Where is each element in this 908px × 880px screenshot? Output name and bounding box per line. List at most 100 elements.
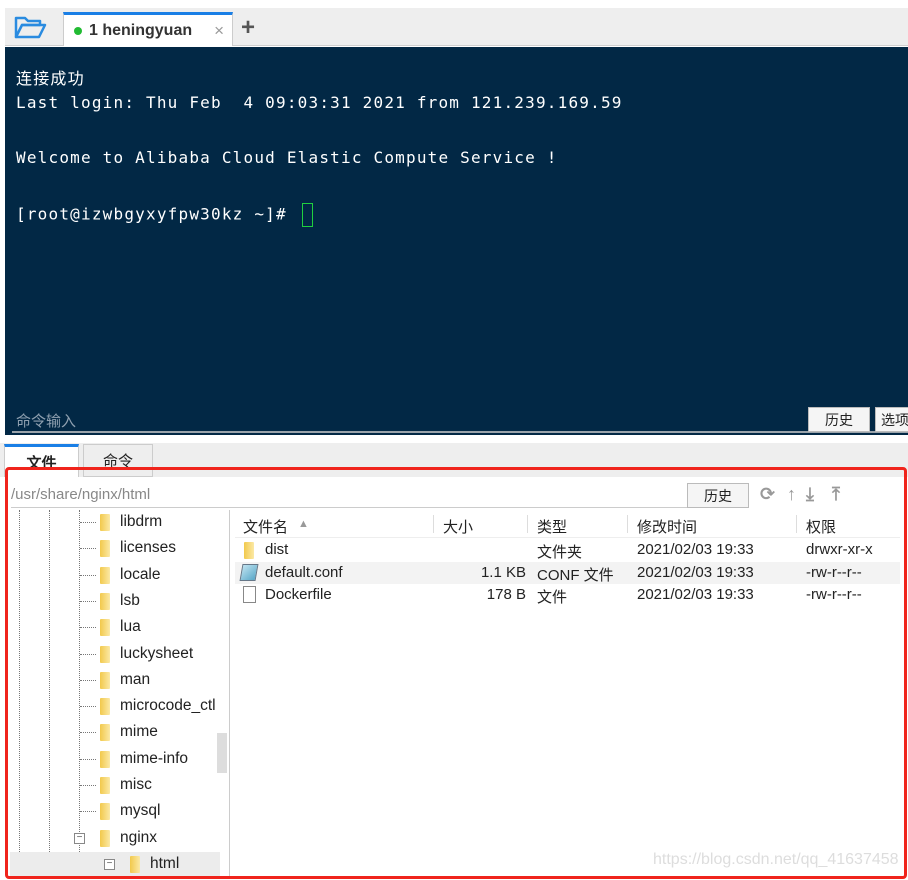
tree-item[interactable]: microcode_ctl: [10, 694, 220, 720]
tree-item[interactable]: lua: [10, 615, 220, 641]
command-input-bar: 命令输入 历史 选项: [12, 404, 908, 433]
path-bar: /usr/share/nginx/html 历史 ⟳ ↑ ⤓ ⤒: [8, 481, 900, 509]
terminal-prompt: [root@izwbgyxyfpw30kz ~]#: [16, 204, 298, 224]
tree-item-label: luckysheet: [120, 644, 194, 662]
folder-icon: [244, 542, 254, 559]
tree-item[interactable]: locale: [10, 563, 220, 589]
tree-scrollbar[interactable]: [217, 733, 227, 773]
column-size[interactable]: 大小: [443, 516, 473, 537]
file-name: dist: [265, 541, 289, 558]
refresh-icon[interactable]: ⟳: [760, 484, 775, 505]
folder-icon: [100, 803, 110, 821]
folder-icon: [100, 514, 110, 531]
tree-item[interactable]: licenses: [10, 536, 220, 562]
up-dir-icon[interactable]: ↑: [787, 484, 796, 505]
folder-icon: [100, 619, 110, 637]
file-icon: [243, 586, 256, 603]
file-list: 文件名 ▲ 大小 类型 修改时间 权限 dist 文件夹 2021/02/03 19…: [235, 512, 900, 876]
file-type: CONF 文件: [537, 566, 614, 584]
tree-item[interactable]: luckysheet: [10, 642, 220, 668]
file-mtime: 2021/02/03 19:33: [637, 541, 754, 558]
folder-icon: [100, 671, 110, 689]
column-name[interactable]: 文件名: [243, 516, 288, 537]
file-size: 178 B: [486, 586, 526, 603]
folder-icon: [100, 750, 110, 768]
tree-item[interactable]: mime: [10, 720, 220, 746]
folder-icon: [130, 855, 140, 873]
bottom-tabs: 文件 命令: [0, 443, 908, 477]
session-tab-bar: 1 heningyuan × +: [5, 8, 908, 46]
collapse-icon[interactable]: −: [74, 832, 85, 844]
tree-item-label: lsb: [120, 591, 140, 609]
terminal-line: Last login: Thu Feb 4 09:03:31 2021 from…: [16, 93, 623, 112]
download-icon[interactable]: ⤓: [806, 484, 814, 505]
history-button[interactable]: 历史: [808, 407, 870, 432]
folder-icon: [100, 645, 110, 663]
tree-item[interactable]: − nginx: [10, 826, 220, 852]
file-perm: -rw-r--r--: [806, 586, 862, 603]
column-type[interactable]: 类型: [537, 516, 567, 537]
file-list-header: 文件名 ▲ 大小 类型 修改时间 权限: [235, 512, 900, 538]
file-name: default.conf: [265, 563, 343, 581]
file-size: 1.1 KB: [480, 563, 526, 581]
folder-icon: [100, 829, 110, 847]
file-row[interactable]: Dockerfile 178 B 文件 2021/02/03 19:33 -rw-r--…: [235, 584, 900, 606]
directory-tree: libdrm licenses locale lsb lua luckysheet man m…: [10, 510, 230, 876]
file-mtime: 2021/02/03 19:33: [637, 586, 754, 603]
folder-icon: [100, 540, 110, 558]
sort-asc-icon: ▲: [298, 518, 309, 530]
session-tab[interactable]: 1 heningyuan ×: [63, 12, 233, 46]
file-name: Dockerfile: [265, 586, 332, 603]
file-perm: -rw-r--r--: [806, 563, 862, 581]
terminal-line: 连接成功: [16, 69, 85, 88]
file-row[interactable]: default.conf 1.1 KB CONF 文件 2021/02/03 19:3…: [235, 561, 900, 584]
watermark: https://blog.csdn.net/qq_41637458: [653, 851, 899, 868]
tab-files[interactable]: 文件: [4, 444, 79, 477]
panel-splitter[interactable]: [0, 435, 908, 443]
path-input[interactable]: /usr/share/nginx/html: [11, 484, 687, 508]
file-type: 文件夹: [537, 544, 583, 561]
add-tab-button[interactable]: +: [241, 14, 255, 42]
terminal[interactable]: 连接成功 Last login: Thu Feb 4 09:03:31 2021…: [5, 47, 908, 435]
tree-item[interactable]: libdrm: [10, 510, 220, 536]
tree-item-label: mime: [120, 723, 158, 741]
path-history-button[interactable]: 历史: [687, 483, 749, 508]
folder-open-icon[interactable]: [13, 14, 53, 42]
folder-icon: [100, 724, 110, 742]
conf-file-icon: [239, 563, 259, 581]
tree-item-label: licenses: [120, 539, 176, 557]
tree-item[interactable]: mime-info: [10, 747, 220, 773]
tree-item-label: misc: [120, 776, 152, 793]
folder-icon: [100, 592, 110, 610]
terminal-line: Welcome to Alibaba Cloud Elastic Compute…: [16, 148, 558, 167]
tree-item-label: lua: [120, 618, 141, 636]
file-row[interactable]: dist 文件夹 2021/02/03 19:33 drwxr-xr-x: [235, 539, 900, 561]
tree-item-label: locale: [120, 565, 161, 583]
file-type: 文件: [537, 589, 568, 606]
tab-commands[interactable]: 命令: [83, 444, 153, 477]
column-mtime[interactable]: 修改时间: [637, 516, 697, 537]
tree-item[interactable]: mysql: [10, 799, 220, 825]
terminal-cursor: [301, 203, 313, 227]
file-mtime: 2021/02/03 19:33: [637, 563, 754, 581]
tree-item-label: nginx: [120, 828, 158, 846]
tree-item-label: html: [150, 854, 180, 872]
file-perm: drwxr-xr-x: [806, 541, 873, 558]
tree-item[interactable]: − html: [10, 851, 220, 876]
session-tab-title: 1 heningyuan: [89, 21, 193, 39]
tree-item[interactable]: misc: [10, 773, 220, 799]
command-input[interactable]: 命令输入: [16, 410, 76, 431]
collapse-icon[interactable]: −: [104, 858, 115, 870]
column-perm[interactable]: 权限: [806, 516, 836, 537]
folder-icon: [100, 698, 110, 716]
folder-icon: [100, 566, 110, 584]
tree-item-label: libdrm: [120, 513, 163, 530]
tree-item[interactable]: lsb: [10, 589, 220, 615]
tree-item-label: microcode_ctl: [120, 697, 216, 715]
close-icon[interactable]: ×: [214, 21, 224, 41]
tree-item-label: mysql: [120, 802, 161, 820]
tree-item[interactable]: man: [10, 668, 220, 694]
options-button[interactable]: 选项: [875, 407, 908, 432]
upload-icon[interactable]: ⤒: [832, 484, 840, 505]
connected-status-icon: [74, 26, 82, 35]
